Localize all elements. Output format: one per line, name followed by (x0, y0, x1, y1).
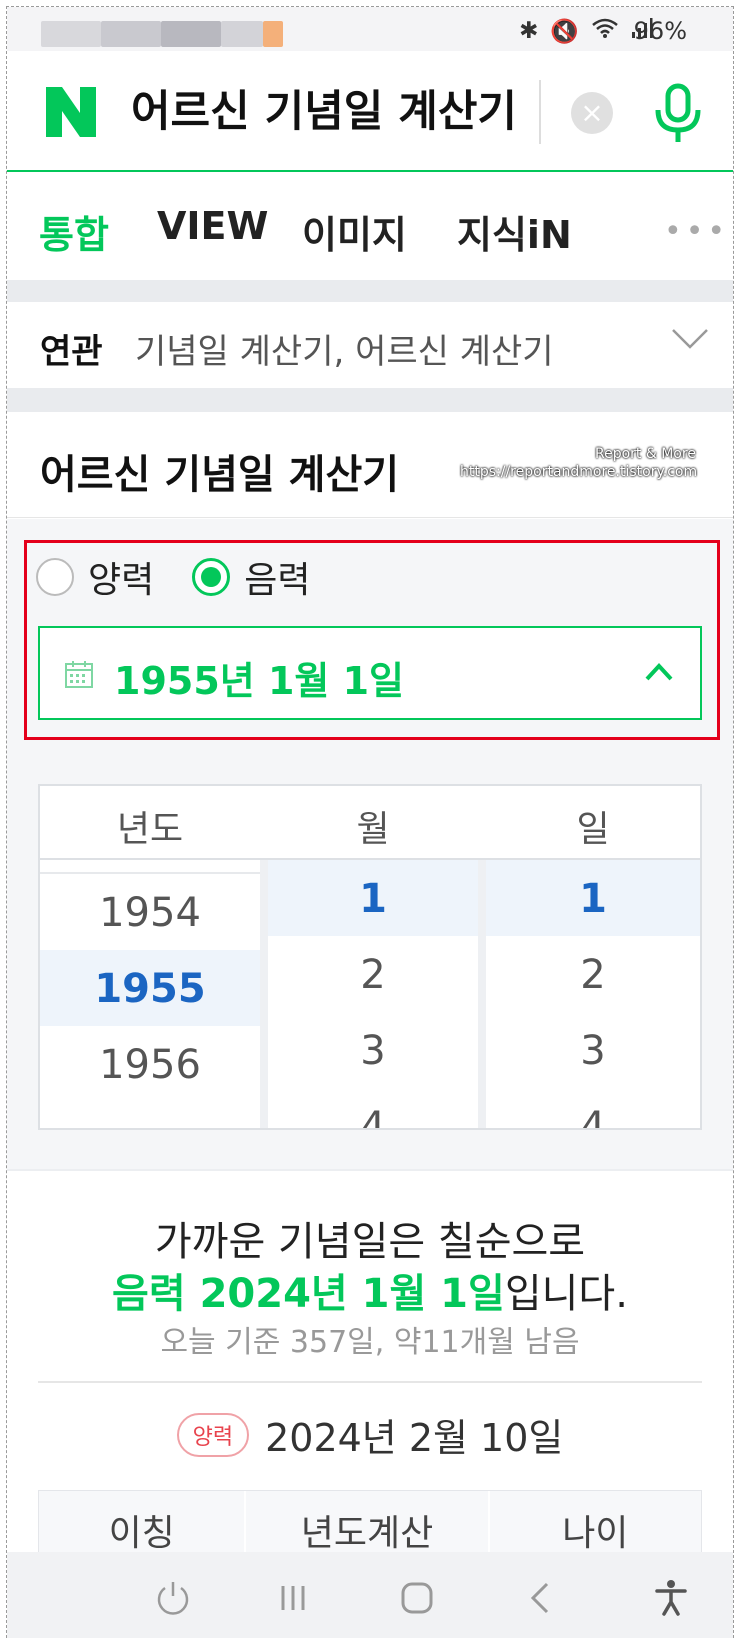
result-remaining: 오늘 기준 357일, 약11개월 남음 (160, 1325, 580, 1360)
month-option[interactable]: 4 (268, 1088, 478, 1128)
calculator-title: 어르신 기념일 계산기 (40, 452, 400, 498)
voice-search-button[interactable] (650, 82, 706, 146)
more-tabs-icon[interactable]: ••• (664, 214, 729, 249)
year-option[interactable]: 1954 (40, 874, 260, 952)
tab-view[interactable]: VIEW (157, 204, 268, 248)
calendar-icon (65, 661, 93, 688)
search-input[interactable]: 어르신 기념일 계산기 (131, 80, 541, 144)
day-column[interactable]: 1 2 3 4 (486, 860, 700, 1128)
table-header-age: 나이 (562, 1513, 629, 1554)
radio-lunar-label[interactable]: 음력 (244, 551, 310, 603)
table-header-year: 년도계산 (246, 1491, 490, 1559)
anniversary-table-header: 이칭 년도계산 나이 (38, 1490, 702, 1560)
year-column[interactable]: 1954 1955 1956 (40, 860, 260, 1128)
picker-header-year: 년도 (116, 809, 184, 850)
chevron-up-icon[interactable] (644, 662, 674, 682)
month-column[interactable]: 1 2 3 4 (268, 860, 478, 1128)
wifi-icon (591, 17, 619, 45)
year-option[interactable] (40, 1102, 260, 1128)
mute-icon: 🔇 (550, 18, 579, 45)
related-keywords-link[interactable]: 기념일 계산기, 어르신 계산기 (135, 324, 554, 373)
tab-integrated[interactable]: 통합 (39, 204, 109, 259)
blurred-notification (41, 21, 101, 47)
table-header-name: 이칭 (39, 1491, 247, 1559)
day-option-selected[interactable]: 1 (486, 860, 700, 938)
power-icon[interactable] (153, 1578, 193, 1618)
tab-images[interactable]: 이미지 (302, 204, 407, 259)
related-searches: 연관 기념일 계산기, 어르신 계산기 (7, 302, 733, 388)
bluetooth-icon: ✱ (519, 18, 539, 44)
accessibility-icon[interactable] (651, 1578, 691, 1618)
column-divider (260, 860, 268, 1128)
solar-date-row: 양력 2024년 2월 10일 (7, 1407, 733, 1462)
blurred-notification (263, 21, 283, 47)
battery-level: 96% (633, 17, 687, 45)
section-divider (7, 280, 733, 302)
home-icon[interactable] (397, 1578, 437, 1618)
solar-badge: 양력 (176, 1412, 250, 1457)
search-tabs: 통합 VIEW 이미지 지식iN ••• (7, 174, 733, 280)
blurred-notification (101, 21, 161, 47)
blurred-notification (221, 21, 263, 47)
naver-logo[interactable] (42, 83, 100, 141)
day-option[interactable]: 4 (486, 1088, 700, 1128)
result-lunar-date: 음력 2024년 1월 1일 (112, 1271, 505, 1317)
day-option[interactable]: 2 (486, 936, 700, 1014)
close-icon: × (580, 96, 604, 129)
month-option[interactable]: 2 (268, 936, 478, 1014)
year-option-selected[interactable]: 1955 (40, 950, 260, 1028)
month-option[interactable]: 3 (268, 1012, 478, 1090)
column-divider (478, 860, 486, 1128)
radio-lunar[interactable] (192, 558, 231, 596)
year-option[interactable]: 1956 (40, 1026, 260, 1104)
radio-solar[interactable] (36, 558, 74, 596)
section-divider (7, 388, 733, 412)
calendar-type-options: 양력 음력 (36, 552, 349, 602)
back-icon[interactable] (521, 1578, 561, 1618)
recent-apps-icon[interactable] (273, 1578, 313, 1618)
related-label: 연관 (40, 332, 103, 372)
clear-search-button[interactable]: × (571, 92, 613, 134)
watermark-title: Report & More (595, 446, 696, 462)
search-bar: 어르신 기념일 계산기 × (7, 52, 733, 172)
solar-date: 2024년 2월 10일 (265, 1416, 564, 1460)
system-nav-bar (7, 1552, 733, 1638)
month-option-selected[interactable]: 1 (268, 860, 478, 938)
microphone-icon (655, 83, 701, 142)
date-select-field[interactable]: 1955년 1월 1일 (38, 626, 702, 720)
picker-header-month: 월 (356, 809, 390, 850)
date-picker: 년도 월 일 1954 1955 1956 1 2 3 4 1 2 3 4 (38, 784, 702, 1130)
result-divider (38, 1381, 702, 1383)
picker-header-day: 일 (576, 809, 610, 850)
calculator-header: 어르신 기념일 계산기 Report & More https://report… (7, 412, 733, 518)
picker-header: 년도 월 일 (40, 786, 700, 860)
result-suffix: 입니다. (504, 1271, 628, 1317)
selected-date: 1955년 1월 1일 (114, 659, 404, 703)
watermark-url: https://reportandmore.tistory.com (460, 464, 698, 480)
result-date-line: 음력 2024년 1월 1일입니다. (7, 1261, 733, 1319)
year-option[interactable] (40, 860, 260, 874)
blurred-notification (161, 21, 221, 47)
radio-solar-label[interactable]: 양력 (88, 551, 154, 603)
day-option[interactable]: 3 (486, 1012, 700, 1090)
result-intro: 가까운 기념일은 칠순으로 (154, 1219, 586, 1265)
tab-knowledge-in[interactable]: 지식iN (457, 204, 572, 259)
status-bar: ✱ 🔇 96% (7, 7, 733, 51)
chevron-down-icon[interactable] (671, 328, 709, 350)
